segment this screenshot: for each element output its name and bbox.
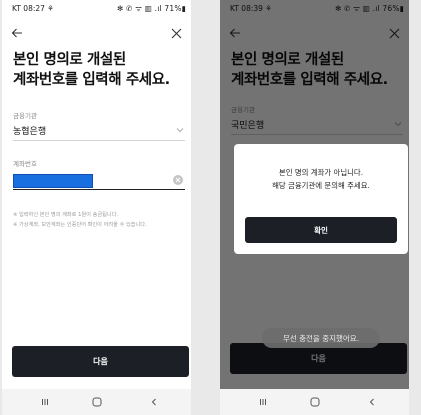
system-nav-bar bbox=[220, 389, 409, 415]
dialog-message-line-2: 해당 금융기관에 문의해 주세요. bbox=[272, 181, 370, 190]
back-nav-icon bbox=[369, 398, 374, 406]
page-title: 본인 명의로 개설된 계좌번호를 입력해 주세요. bbox=[13, 50, 187, 90]
home-button[interactable] bbox=[308, 395, 322, 409]
account-number-input[interactable] bbox=[13, 174, 93, 188]
dialog-message-line-1: 본인 명의 계좌가 아닙니다. bbox=[278, 168, 364, 177]
recent-apps-button[interactable] bbox=[256, 395, 270, 409]
chevron-down-icon bbox=[176, 128, 184, 133]
back-nav-button[interactable] bbox=[365, 395, 379, 409]
back-button[interactable] bbox=[8, 24, 26, 42]
toast-message: 무선 충전을 중지했어요. bbox=[262, 328, 380, 348]
screen-account-error: KT 08:39 ⚘ ✻ ✆ ᯤ ▥ .ıl 76%▮ 본인 명의로 개설된 계… bbox=[220, 0, 409, 415]
status-carrier-time: KT 08:39 ⚘ bbox=[230, 4, 273, 13]
page-title-line-1: 본인 명의로 개설된 bbox=[13, 52, 126, 68]
close-icon bbox=[389, 28, 399, 38]
notice-line-1: ※ 입력하신 본인 명의 계좌로 1원이 송금됩니다. bbox=[13, 212, 119, 218]
clear-icon bbox=[175, 177, 181, 183]
back-arrow-icon bbox=[11, 28, 22, 38]
app-bar bbox=[220, 22, 409, 44]
status-indicators: ✻ ✆ ᯤ ▥ .ıl 76%▮ bbox=[335, 4, 404, 13]
status-bar: KT 08:27 ⚘ ✻ ✆ ᯤ ▥ .ıl 71%▮ bbox=[2, 0, 191, 16]
bank-field-label: 금융기관 bbox=[231, 106, 255, 114]
bank-select-value: 국민은행 bbox=[231, 121, 265, 131]
screen-account-entry: KT 08:27 ⚘ ✻ ✆ ᯤ ▥ .ıl 71%▮ 본인 명의로 개설된 계… bbox=[2, 0, 191, 415]
recent-apps-icon bbox=[260, 399, 266, 405]
bank-select-value: 농협은행 bbox=[13, 127, 47, 137]
back-button[interactable] bbox=[226, 24, 244, 42]
status-carrier-time: KT 08:27 ⚘ bbox=[12, 4, 55, 13]
recent-apps-button[interactable] bbox=[38, 395, 52, 409]
page-title: 본인 명의로 개설된 계좌번호를 입력해 주세요. bbox=[231, 50, 405, 90]
next-button[interactable]: 다음 bbox=[12, 346, 189, 377]
close-button[interactable] bbox=[385, 24, 403, 42]
close-icon bbox=[171, 28, 181, 38]
account-field-label: 계좌번호 bbox=[13, 160, 37, 168]
bank-field-underline bbox=[13, 140, 185, 141]
bank-field-label: 금융기관 bbox=[13, 112, 37, 120]
back-arrow-icon bbox=[229, 28, 240, 38]
error-dialog: 본인 명의 계좌가 아닙니다. 해당 금융기관에 문의해 주세요. 확인 bbox=[234, 144, 408, 254]
status-indicators: ✻ ✆ ᯤ ▥ .ıl 71%▮ bbox=[117, 4, 186, 13]
status-bar: KT 08:39 ⚘ ✻ ✆ ᯤ ▥ .ıl 76%▮ bbox=[220, 0, 409, 16]
dialog-message: 본인 명의 계좌가 아닙니다. 해당 금융기관에 문의해 주세요. bbox=[234, 166, 408, 192]
clear-input-button[interactable] bbox=[173, 175, 183, 185]
chevron-down-icon bbox=[394, 122, 402, 127]
account-field bbox=[13, 172, 185, 190]
page-title-line-2: 계좌번호를 입력해 주세요. bbox=[231, 72, 388, 88]
back-nav-button[interactable] bbox=[147, 395, 161, 409]
home-icon bbox=[310, 397, 320, 407]
system-nav-bar bbox=[2, 389, 191, 415]
app-bar bbox=[2, 22, 191, 44]
home-button[interactable] bbox=[90, 395, 104, 409]
page-title-line-1: 본인 명의로 개설된 bbox=[231, 52, 344, 68]
bank-field-underline bbox=[231, 134, 403, 135]
back-nav-icon bbox=[151, 398, 156, 406]
confirm-button[interactable]: 확인 bbox=[245, 217, 397, 243]
close-button[interactable] bbox=[167, 24, 185, 42]
home-icon bbox=[92, 397, 102, 407]
notice-text: ※ 입력하신 본인 명의 계좌로 1원이 송금됩니다. ※ 가상계좌, 보안계좌… bbox=[13, 210, 189, 230]
recent-apps-icon bbox=[42, 399, 48, 405]
page-title-line-2: 계좌번호를 입력해 주세요. bbox=[13, 72, 170, 88]
notice-line-2: ※ 가상계좌, 보안계좌는 인증단어 확인이 어려울 수 있습니다. bbox=[13, 222, 147, 228]
